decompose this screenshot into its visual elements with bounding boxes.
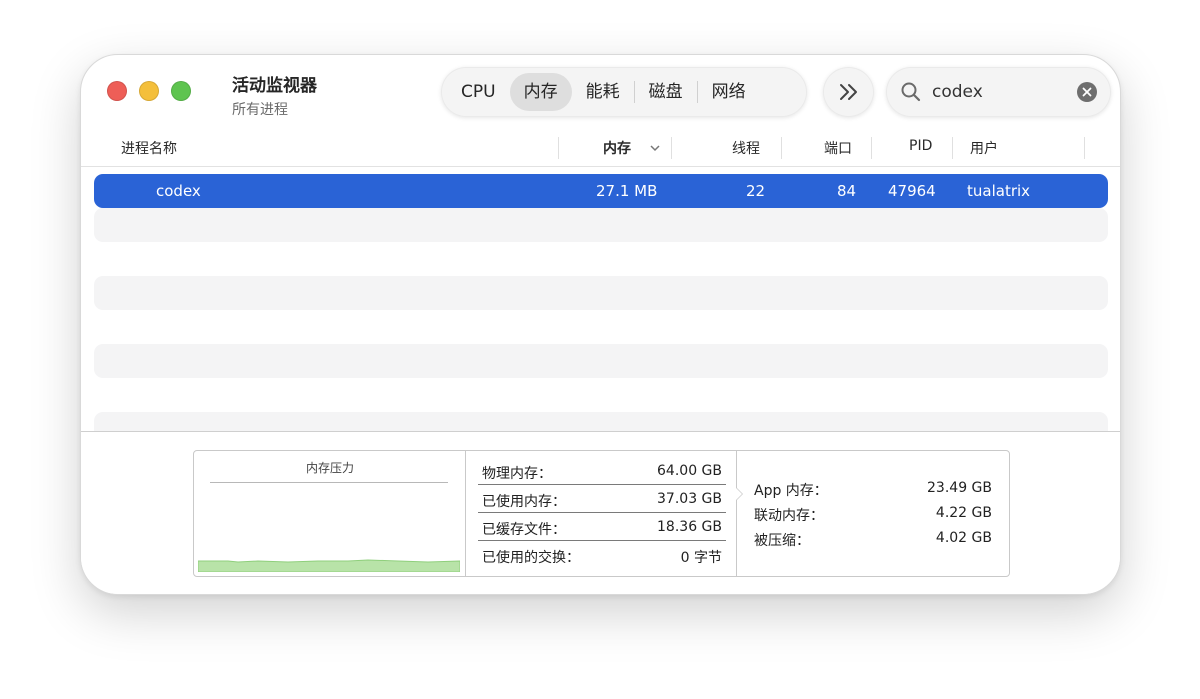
view-tabs: CPU 内存 能耗 磁盘 网络 bbox=[441, 67, 807, 117]
title-block: 活动监视器 所有进程 bbox=[232, 71, 317, 119]
process-name-cell: codex bbox=[156, 182, 201, 200]
stat-label: 物理内存： bbox=[482, 466, 552, 482]
minimize-window-button[interactable] bbox=[139, 81, 159, 101]
more-toolbar-button[interactable] bbox=[823, 67, 874, 117]
empty-row bbox=[94, 208, 1108, 242]
stat-label: 已使用内存： bbox=[482, 494, 566, 510]
memory-cell: 27.1 MB bbox=[596, 182, 658, 200]
column-divider bbox=[871, 137, 872, 159]
tab-network[interactable]: 网络 bbox=[698, 73, 760, 111]
tab-memory[interactable]: 内存 bbox=[509, 73, 572, 111]
column-header: 进程名称 内存 线程 端口 PID 用户 bbox=[81, 129, 1120, 167]
stat-swap-used: 已使用的交换： 0 字节 bbox=[478, 541, 726, 569]
stat-label: 联动内存： bbox=[754, 508, 824, 524]
column-user[interactable]: 用户 bbox=[970, 138, 998, 158]
memory-summary-panel: 内存压力 物理内存： 64.00 GB 已使用内存： 37.03 GB 已缓存文… bbox=[193, 450, 1010, 577]
stat-label: 被压缩： bbox=[754, 533, 810, 549]
stat-value: 64.00 GB bbox=[657, 463, 722, 479]
stat-value: 0 字节 bbox=[680, 550, 722, 566]
stat-value: 18.36 GB bbox=[657, 519, 722, 535]
search-icon bbox=[901, 82, 921, 102]
tab-cpu[interactable]: CPU bbox=[447, 73, 510, 111]
memory-pressure-section: 内存压力 bbox=[194, 451, 466, 576]
chevron-double-right-icon bbox=[839, 84, 857, 100]
stat-value: 23.49 GB bbox=[927, 480, 992, 496]
memory-summary-area: 内存压力 物理内存： 64.00 GB 已使用内存： 37.03 GB 已缓存文… bbox=[81, 432, 1120, 594]
process-table: codex 27.1 MB 22 84 47964 tualatrix bbox=[94, 174, 1108, 446]
zoom-window-button[interactable] bbox=[171, 81, 191, 101]
window-controls bbox=[107, 81, 191, 101]
stat-label: 已使用的交换： bbox=[482, 550, 580, 566]
close-window-button[interactable] bbox=[107, 81, 127, 101]
ports-cell: 84 bbox=[837, 182, 857, 200]
tab-energy[interactable]: 能耗 bbox=[572, 73, 634, 111]
empty-row bbox=[94, 310, 1108, 344]
stat-cached-files: 已缓存文件： 18.36 GB bbox=[478, 513, 726, 541]
app-title: 活动监视器 bbox=[232, 76, 317, 96]
user-cell: tualatrix bbox=[967, 182, 1031, 200]
activity-monitor-window: 活动监视器 所有进程 CPU 内存 能耗 磁盘 网络 进程名称 bbox=[80, 54, 1121, 595]
column-divider bbox=[1084, 137, 1085, 159]
column-divider bbox=[781, 137, 782, 159]
empty-row bbox=[94, 344, 1108, 378]
column-memory[interactable]: 内存 bbox=[603, 138, 631, 158]
stat-used-memory: 已使用内存： 37.03 GB bbox=[478, 485, 726, 513]
breakdown-pointer-fill bbox=[736, 488, 742, 500]
stat-label: App 内存： bbox=[754, 483, 828, 499]
pid-cell: 47964 bbox=[888, 182, 936, 200]
used-memory-breakdown: App 内存： 23.49 GB 联动内存： 4.22 GB 被压缩： 4.02… bbox=[736, 451, 1009, 576]
memory-stats-section: 物理内存： 64.00 GB 已使用内存： 37.03 GB 已缓存文件： 18… bbox=[466, 451, 737, 576]
clear-search-icon[interactable] bbox=[1077, 82, 1097, 102]
threads-cell: 22 bbox=[746, 182, 766, 200]
memory-pressure-graph bbox=[198, 559, 460, 572]
table-row[interactable]: codex 27.1 MB 22 84 47964 tualatrix bbox=[94, 174, 1108, 208]
tab-disk[interactable]: 磁盘 bbox=[635, 73, 697, 111]
stat-value: 37.03 GB bbox=[657, 491, 722, 507]
column-divider bbox=[558, 137, 559, 159]
search-field[interactable] bbox=[886, 67, 1111, 117]
column-divider bbox=[671, 137, 672, 159]
app-subtitle[interactable]: 所有进程 bbox=[232, 99, 317, 119]
column-ports[interactable]: 端口 bbox=[824, 138, 852, 158]
search-input[interactable] bbox=[932, 77, 1072, 107]
stat-value: 4.02 GB bbox=[935, 530, 992, 546]
stat-physical-memory: 物理内存： 64.00 GB bbox=[478, 457, 726, 485]
column-pid[interactable]: PID bbox=[909, 138, 932, 154]
stat-label: 已缓存文件： bbox=[482, 522, 566, 538]
empty-row bbox=[94, 242, 1108, 276]
memory-pressure-baseline bbox=[210, 482, 448, 483]
sort-descending-icon bbox=[650, 145, 660, 152]
stat-value: 4.22 GB bbox=[935, 505, 992, 521]
memory-pressure-title: 内存压力 bbox=[305, 461, 354, 475]
column-divider bbox=[952, 137, 953, 159]
close-icon bbox=[1082, 87, 1092, 97]
empty-row bbox=[94, 276, 1108, 310]
column-process-name[interactable]: 进程名称 bbox=[121, 138, 177, 158]
column-threads[interactable]: 线程 bbox=[732, 138, 760, 158]
empty-row bbox=[94, 378, 1108, 412]
